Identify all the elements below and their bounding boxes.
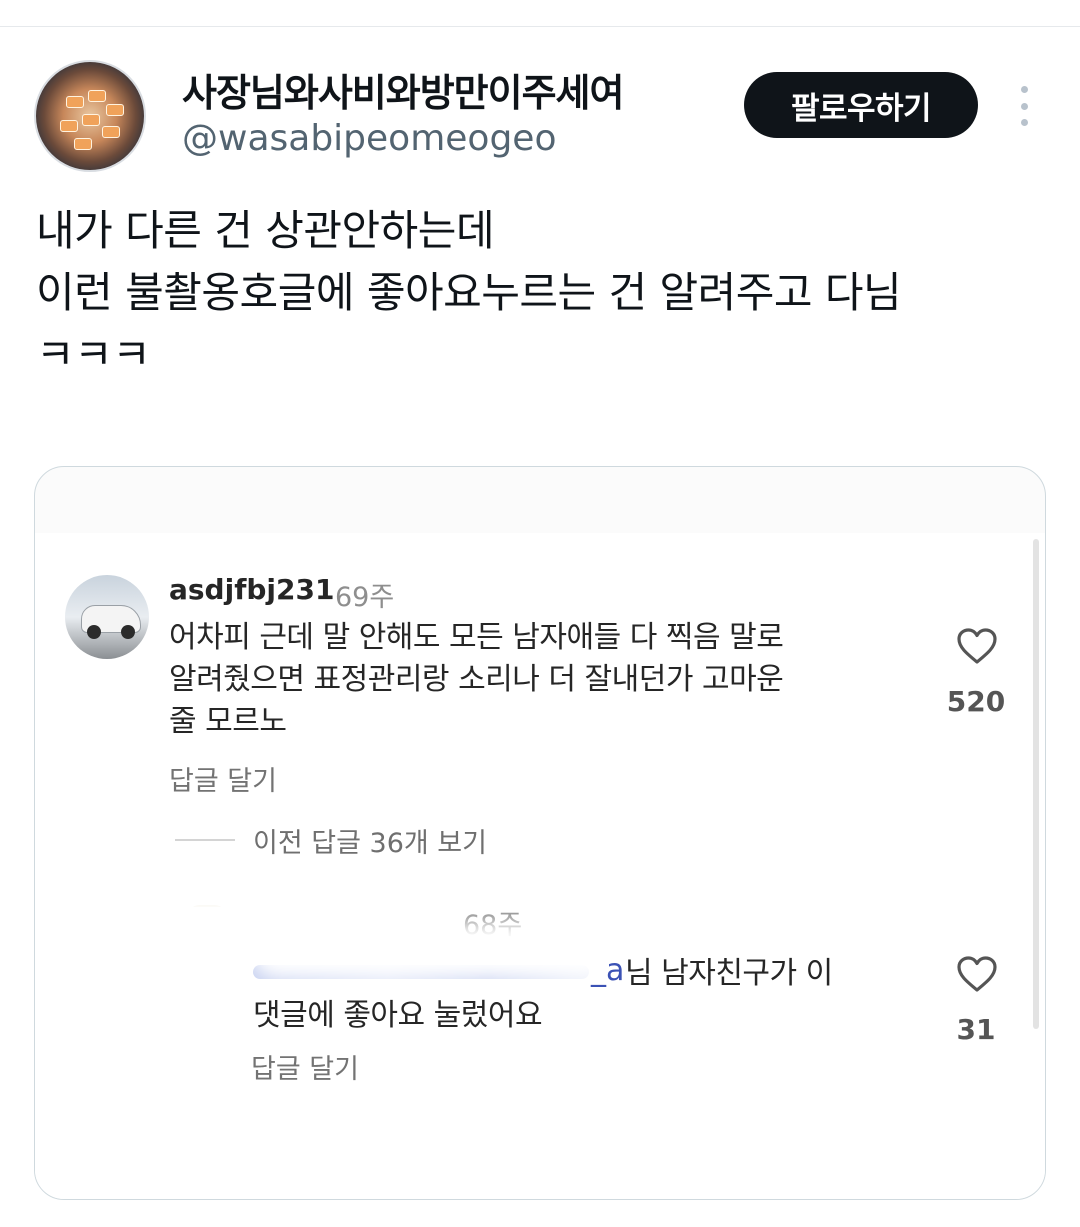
tweet-line: 이런 불촬옹호글에 좋아요누르는 건 알려주고 다님 — [36, 268, 902, 317]
reply-line: 댓글에 좋아요 눌렀어요 — [253, 998, 543, 1033]
comment-time: 69주 — [335, 582, 395, 613]
heart-outline-icon — [957, 956, 997, 992]
comment-body: 어차피 근데 말 안해도 모든 남자애들 다 찍음 말로 알려줬으면 표정관리랑… — [169, 617, 909, 743]
commenter-username: asdjfbj231 — [169, 573, 335, 606]
tweet-line: 내가 다른 건 상관안하는데 — [36, 206, 495, 255]
reply-reply-link: 답글 달기 — [251, 1054, 359, 1085]
user-handle[interactable]: @wasabipeomeogeo — [182, 118, 556, 159]
comment-line: 알려줬으면 표정관리랑 소리나 더 잘내던가 고마운 — [169, 662, 784, 697]
blur-overlay — [141, 907, 451, 935]
profile-avatar[interactable] — [34, 60, 146, 172]
scrollbar — [1033, 539, 1039, 1029]
more-vertical-icon[interactable] — [1010, 86, 1038, 126]
reply-line: 님 남자친구가 이 — [625, 956, 833, 991]
comment-like-count: 520 — [946, 685, 1006, 718]
comment-reply-link: 답글 달기 — [169, 766, 277, 797]
view-replies-line — [175, 839, 235, 841]
reply-like-count: 31 — [956, 1013, 996, 1046]
attached-image-card[interactable]: asdjfbj231 69주 어차피 근데 말 안해도 모든 남자애들 다 찍음… — [34, 466, 1046, 1200]
display-name[interactable]: 사장님와사비와방만이주세여 — [182, 62, 624, 117]
heart-outline-icon — [957, 628, 997, 664]
reply-body: 님 남자친구가 이 댓글에 좋아요 눌렀어요 — [253, 953, 893, 1037]
view-previous-replies: 이전 답글 36개 보기 — [253, 828, 487, 859]
tweet-text: 내가 다른 건 상관안하는데 이런 불촬옹호글에 좋아요누르는 건 알려주고 다… — [36, 200, 1046, 388]
comment-line: 어차피 근데 말 안해도 모든 남자애들 다 찍음 말로 — [169, 620, 784, 655]
tweet-line: ㅋㅋㅋ — [36, 330, 151, 379]
commenter-avatar — [65, 575, 149, 659]
tweet-page: 사장님와사비와방만이주세여 @wasabipeomeogeo 팔로우하기 내가 … — [0, 0, 1080, 1227]
follow-button[interactable]: 팔로우하기 — [744, 72, 978, 138]
comment-line: 줄 모르노 — [169, 704, 287, 739]
top-divider — [0, 26, 1080, 27]
